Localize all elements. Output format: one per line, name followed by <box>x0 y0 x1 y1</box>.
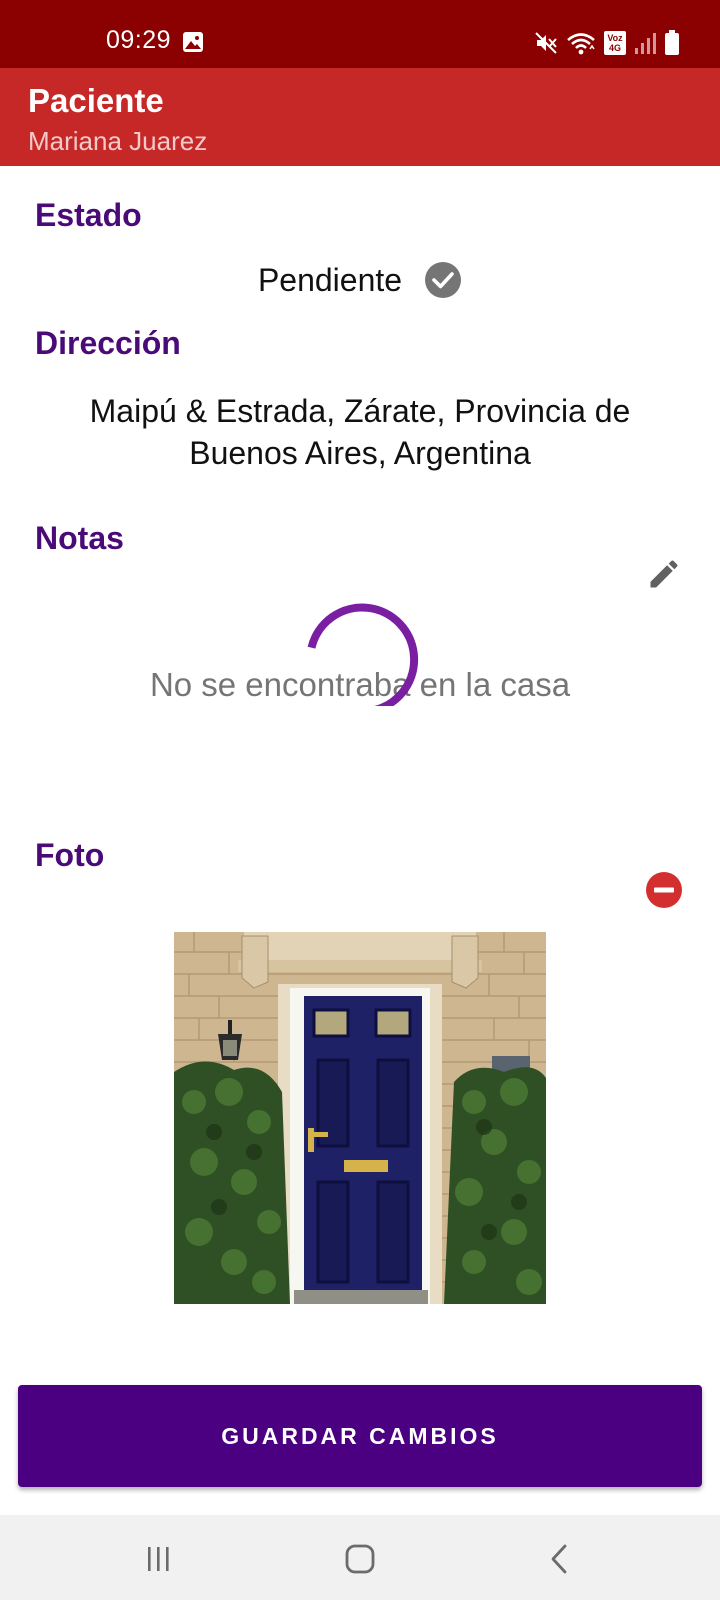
wifi-icon <box>567 33 595 55</box>
status-icons: Voz 4G <box>534 28 680 58</box>
save-changes-button[interactable]: GUARDAR CAMBIOS <box>18 1385 702 1487</box>
recents-icon <box>148 1547 169 1571</box>
volte-bottom-label: 4G <box>608 43 621 53</box>
notas-title: Notas <box>35 520 124 556</box>
battery-icon <box>665 30 679 55</box>
estado-value: Pendiente <box>257 261 403 298</box>
address-text: Maipú & Estrada, Zárate, Provincia de Bu… <box>89 393 631 471</box>
system-nav-bar <box>0 1515 720 1600</box>
app-title: Paciente <box>28 82 164 119</box>
direccion-title: Dirección <box>35 325 181 361</box>
check-circle-icon[interactable] <box>424 261 462 299</box>
back-button[interactable] <box>538 1537 582 1581</box>
back-icon <box>551 1544 567 1574</box>
estado-row[interactable]: Pendiente <box>0 256 720 304</box>
recents-button[interactable] <box>136 1537 180 1581</box>
home-icon <box>345 1544 375 1574</box>
patient-name: Mariana Juarez <box>28 126 208 156</box>
loading-spinner <box>307 603 419 706</box>
volte-top-label: Voz <box>607 33 623 43</box>
status-bar: 09:29 Voz 4G <box>0 0 720 68</box>
foto-title: Foto <box>35 837 105 873</box>
mute-icon <box>535 32 557 54</box>
gallery-icon <box>183 32 203 52</box>
estado-title: Estado <box>35 197 142 233</box>
signal-icon <box>635 33 656 54</box>
edit-icon[interactable] <box>646 556 682 592</box>
remove-circle-icon[interactable] <box>646 872 682 908</box>
house-door-photo[interactable] <box>174 932 546 1304</box>
door-image <box>174 932 546 1304</box>
status-time: 09:29 <box>106 26 172 54</box>
home-button[interactable] <box>338 1537 382 1581</box>
app-bar: Paciente Mariana Juarez <box>0 68 720 166</box>
volte-icon: Voz 4G <box>604 31 626 55</box>
